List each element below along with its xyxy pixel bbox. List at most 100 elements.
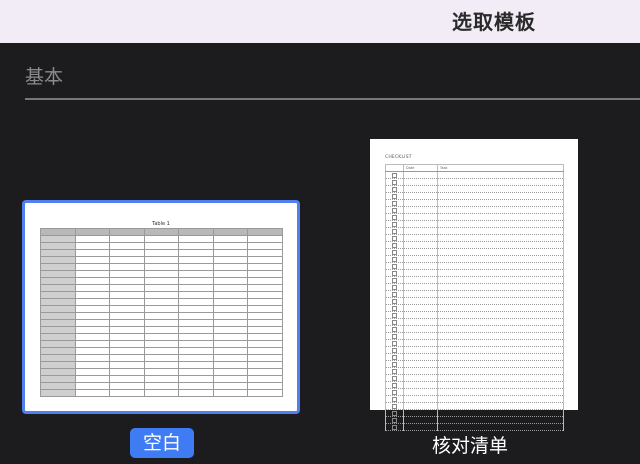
checklist-cell <box>385 325 404 333</box>
checklist-cell <box>437 311 564 319</box>
preview-cell <box>40 263 76 271</box>
preview-cell <box>109 270 145 278</box>
preview-cell <box>212 284 249 292</box>
preview-row <box>40 270 283 278</box>
preview-row <box>40 354 283 362</box>
checklist-cell <box>403 297 438 305</box>
preview-cell <box>212 270 249 278</box>
preview-cell <box>212 249 249 257</box>
checklist-cell <box>437 241 564 249</box>
preview-cell <box>74 347 111 355</box>
title-bar: 选取模板 <box>0 0 640 43</box>
preview-cell <box>247 375 283 383</box>
checklist-row <box>385 339 564 347</box>
checklist-header-cell <box>385 164 404 172</box>
checklist-row <box>385 346 564 354</box>
preview-cell <box>212 228 249 236</box>
checkbox-icon <box>392 229 397 234</box>
checkbox-icon <box>392 173 397 178</box>
checklist-cell <box>385 416 404 424</box>
preview-cell <box>74 277 111 285</box>
preview-cell <box>212 382 249 390</box>
checklist-row <box>385 360 564 368</box>
preview-cell <box>212 263 249 271</box>
checklist-cell <box>437 416 564 424</box>
checklist-cell <box>385 206 404 214</box>
preview-cell <box>178 347 214 355</box>
checklist-row <box>385 395 564 403</box>
preview-row <box>40 277 283 285</box>
preview-cell <box>143 249 180 257</box>
preview-cell <box>247 228 283 236</box>
preview-cell <box>109 263 145 271</box>
preview-cell <box>212 242 249 250</box>
preview-cell <box>247 347 283 355</box>
checklist-cell <box>385 248 404 256</box>
blank-template-label[interactable]: 空白 <box>130 428 194 458</box>
checklist-cell <box>403 409 438 417</box>
preview-cell <box>74 284 111 292</box>
preview-cell <box>178 263 214 271</box>
preview-cell <box>143 375 180 383</box>
checkbox-icon <box>392 292 397 297</box>
preview-cell <box>40 277 76 285</box>
preview-cell <box>143 270 180 278</box>
checklist-row <box>385 178 564 186</box>
checklist-row <box>385 283 564 291</box>
preview-cell <box>74 263 111 271</box>
checklist-cell <box>385 171 404 179</box>
blank-template-thumbnail[interactable]: Table 1 <box>22 200 300 414</box>
checkbox-icon <box>392 264 397 269</box>
checklist-row <box>385 199 564 207</box>
checkbox-icon <box>392 285 397 290</box>
checklist-cell <box>437 374 564 382</box>
checklist-cell <box>437 178 564 186</box>
preview-row <box>40 305 283 313</box>
preview-cell <box>212 375 249 383</box>
preview-cell <box>109 326 145 334</box>
checklist-cell <box>385 234 404 242</box>
checkbox-icon <box>392 222 397 227</box>
preview-cell <box>40 270 76 278</box>
checklist-cell <box>403 416 438 424</box>
preview-cell <box>178 389 214 397</box>
checklist-cell <box>437 353 564 361</box>
preview-cell <box>109 277 145 285</box>
checklist-cell <box>403 290 438 298</box>
preview-cell <box>178 319 214 327</box>
checklist-cell <box>403 192 438 200</box>
checklist-row <box>385 213 564 221</box>
preview-cell <box>212 235 249 243</box>
preview-row <box>40 389 283 397</box>
checkbox-icon <box>392 383 397 388</box>
preview-cell <box>109 298 145 306</box>
preview-cell <box>40 361 76 369</box>
preview-cell <box>247 305 283 313</box>
dialog-title: 选取模板 <box>452 10 536 34</box>
checklist-template-thumbnail[interactable]: CHECKLIST Date Task <box>370 139 578 431</box>
checklist-cell <box>437 192 564 200</box>
checklist-cell <box>403 318 438 326</box>
preview-row <box>40 228 283 236</box>
preview-cell <box>178 249 214 257</box>
preview-cell <box>109 389 145 397</box>
checklist-row <box>385 290 564 298</box>
checklist-cell <box>437 248 564 256</box>
preview-cell <box>247 319 283 327</box>
preview-cell <box>143 284 180 292</box>
checklist-row <box>385 171 564 179</box>
checklist-cell <box>385 283 404 291</box>
preview-cell <box>212 389 249 397</box>
checklist-template-label[interactable]: 核对清单 <box>432 431 508 458</box>
checkbox-icon <box>392 404 397 409</box>
checkbox-icon <box>392 341 397 346</box>
checklist-cell <box>437 409 564 417</box>
preview-cell <box>212 361 249 369</box>
checklist-cell <box>385 227 404 235</box>
checklist-cell <box>385 381 404 389</box>
checklist-cell <box>403 395 438 403</box>
checklist-header-row: Date Task <box>385 164 564 172</box>
checklist-row <box>385 262 564 270</box>
preview-cell <box>143 312 180 320</box>
preview-cell <box>247 249 283 257</box>
